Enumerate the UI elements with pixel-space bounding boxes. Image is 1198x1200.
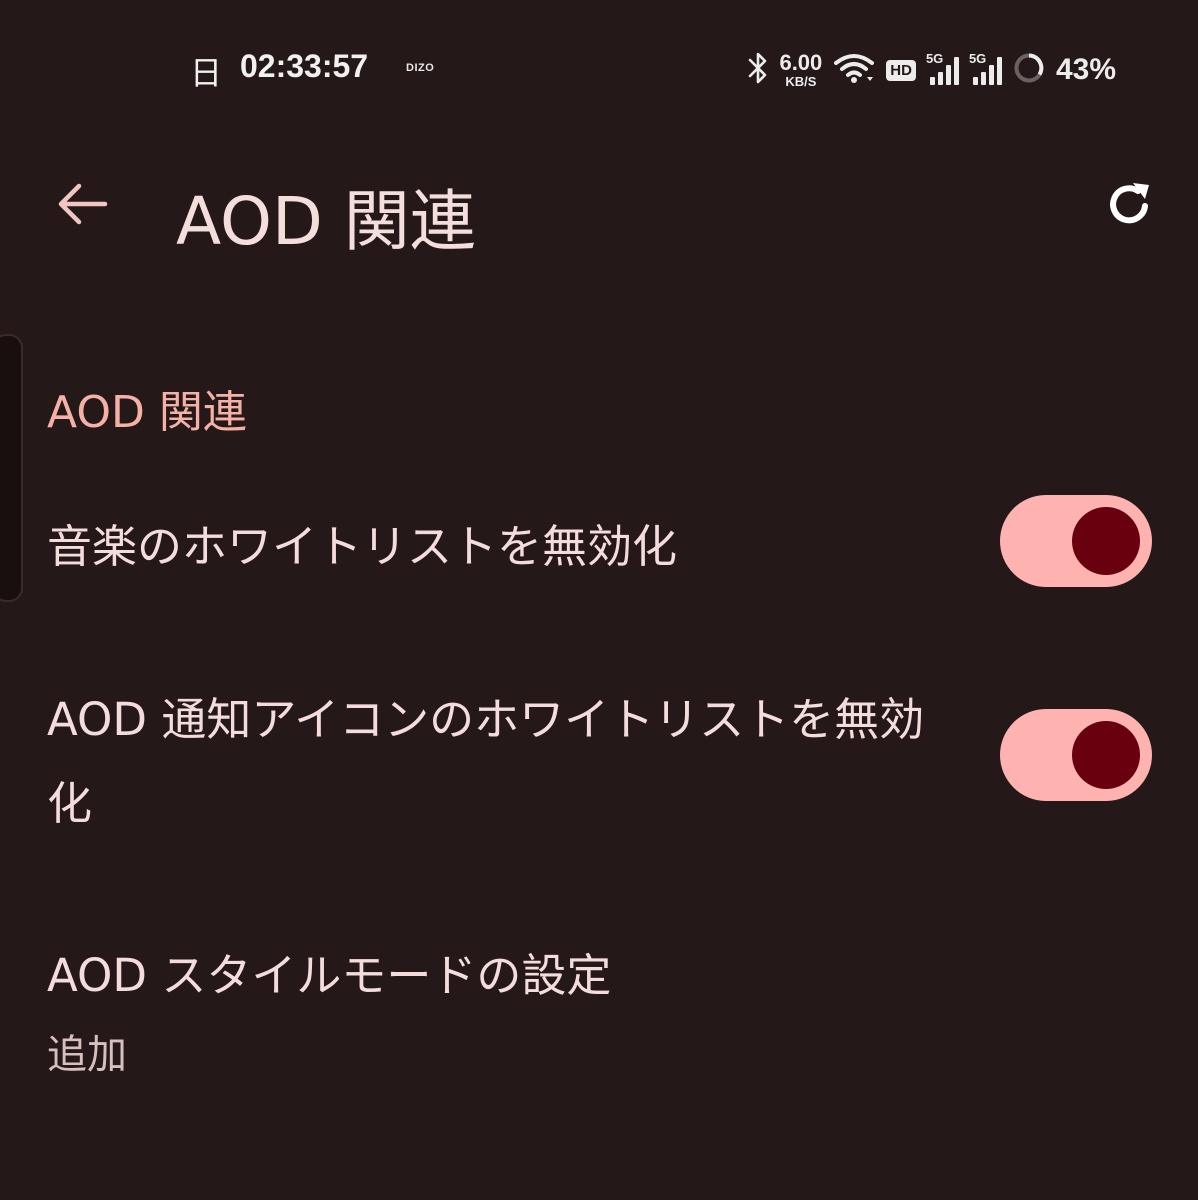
status-icons: 6.00 KB/S HD 5G 5G 43%: [747, 44, 1116, 96]
toggle-knob: [1072, 721, 1140, 789]
toggle-disable-music-whitelist[interactable]: [1000, 495, 1152, 587]
hd-voice-badge: HD: [886, 59, 916, 81]
toggle-knob: [1072, 507, 1140, 575]
battery-ring-icon: [1012, 51, 1046, 89]
pref-disable-music-whitelist[interactable]: 音楽のホワイトリストを無効化: [47, 505, 947, 589]
sim1-label: 5G: [925, 51, 944, 66]
status-day: 日: [190, 54, 223, 92]
bluetooth-icon: [747, 51, 769, 89]
pref-disable-aod-notification-icon-whitelist[interactable]: AOD 通知アイコンのホワイトリストを無効化: [47, 678, 947, 846]
refresh-icon: [1105, 179, 1155, 233]
edge-panel-handle[interactable]: [0, 334, 23, 602]
network-speed: 6.00 KB/S: [779, 50, 823, 89]
wifi-icon: [832, 51, 876, 89]
back-button[interactable]: [52, 176, 112, 236]
refresh-button[interactable]: [1100, 176, 1160, 236]
pref-aod-style-mode-summary: 追加: [47, 1032, 127, 1078]
pref-aod-style-mode-settings[interactable]: AOD スタイルモードの設定: [47, 934, 947, 1018]
battery-percent: 43%: [1055, 53, 1116, 86]
section-header: AOD 関連: [47, 387, 247, 438]
app-bar: AOD 関連: [0, 160, 1198, 260]
network-speed-unit: KB/S: [785, 74, 817, 89]
toggle-disable-aod-notification-icon-whitelist[interactable]: [1000, 709, 1152, 801]
arrow-left-icon: [55, 182, 109, 230]
sim2-label: 5G: [968, 51, 987, 66]
status-clock: 02:33:57: [240, 48, 369, 84]
status-bar: 日 02:33:57 DIZO 6.00 KB/S HD 5G 5G 43%: [0, 40, 1198, 100]
status-carrier: DIZO: [406, 62, 435, 74]
signal-sim2-icon: 5G: [969, 51, 1002, 85]
page-title: AOD 関連: [176, 183, 476, 260]
network-speed-value: 6.00: [779, 50, 823, 75]
signal-sim1-icon: 5G: [926, 51, 959, 85]
